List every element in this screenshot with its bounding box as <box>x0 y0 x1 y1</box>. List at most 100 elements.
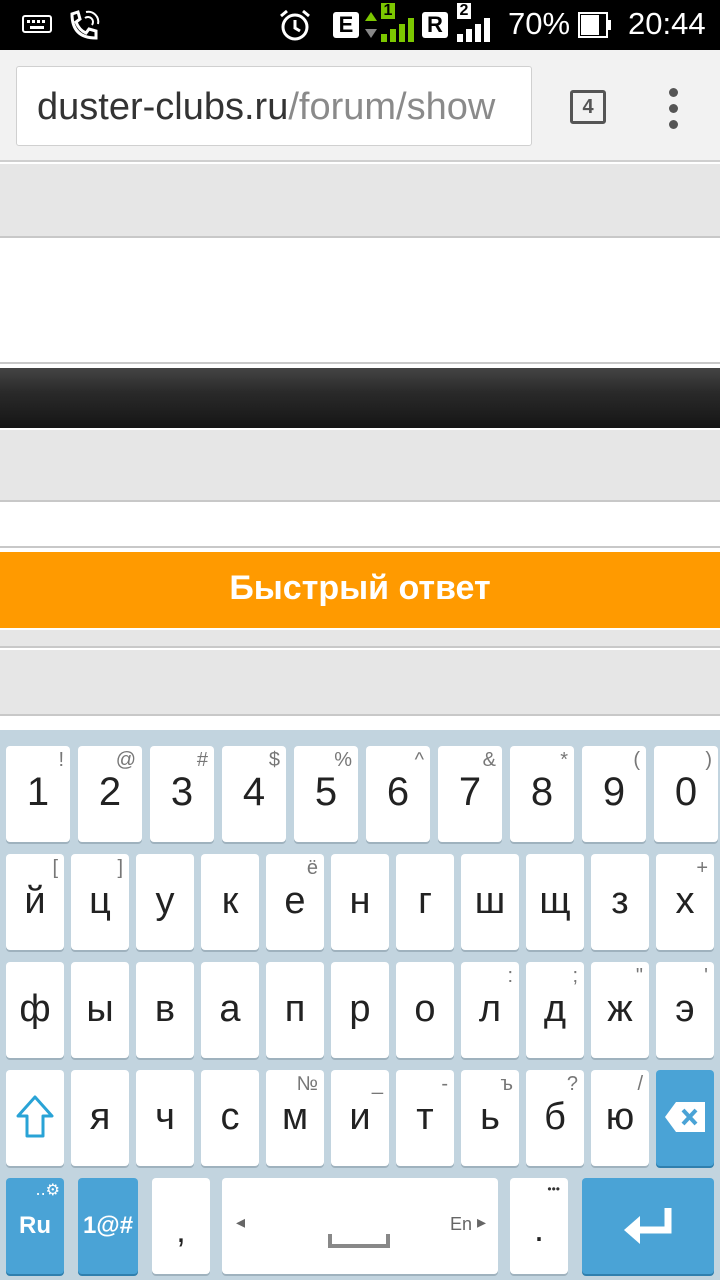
key-hint: " <box>635 965 643 987</box>
on-screen-keyboard: 1! 2 @3 #4 $5% 6 ^ 7 & 8 * 9(0) й[ц] у к е ё н г ш щ з х + ф ы в а п… <box>0 730 720 1280</box>
key-label: 8 <box>530 770 554 814</box>
key-hint: _ <box>371 1073 383 1095</box>
key-hint: % <box>334 749 352 771</box>
key-ы[interactable]: ы <box>71 962 129 1058</box>
key-label: ы <box>86 988 114 1030</box>
key-я[interactable]: я <box>71 1070 129 1166</box>
key-label: м <box>281 1096 309 1138</box>
key-label: л <box>478 988 502 1030</box>
shift-key[interactable] <box>6 1070 64 1166</box>
key-и[interactable]: и _ <box>331 1070 389 1166</box>
key-label: о <box>414 988 436 1030</box>
period-key[interactable]: . ••• <box>510 1178 568 1274</box>
comma-key[interactable]: , <box>152 1178 210 1274</box>
signal-icon <box>381 18 414 42</box>
key-б[interactable]: б? <box>526 1070 584 1166</box>
key-label: 7 <box>458 770 482 814</box>
key-label: ц <box>89 880 111 922</box>
key-label: р <box>349 988 371 1030</box>
url-field[interactable]: duster-clubs.ru/forum/show <box>16 66 532 146</box>
key-т[interactable]: т- <box>396 1070 454 1166</box>
key-с[interactable]: с <box>201 1070 259 1166</box>
key-label: 4 <box>242 770 266 814</box>
key-к[interactable]: к <box>201 854 259 950</box>
key-label: 6 <box>386 770 410 814</box>
key-hint: ( <box>633 749 640 771</box>
key-label: я <box>89 1096 111 1138</box>
key-label: в <box>154 988 176 1030</box>
divider <box>0 362 720 364</box>
alarm-icon <box>280 9 310 41</box>
divider <box>0 546 720 548</box>
key-hint: ? <box>566 1073 578 1095</box>
key-щ[interactable]: щ <box>526 854 584 950</box>
network-2-type: R <box>422 12 448 38</box>
key-э[interactable]: э ' <box>656 962 714 1058</box>
key-г[interactable]: г <box>396 854 454 950</box>
key-4[interactable]: 4 $ <box>222 746 286 842</box>
key-label: 9 <box>602 770 626 814</box>
language-key[interactable]: Ru ..⚙ <box>6 1178 64 1274</box>
page-band <box>0 430 720 500</box>
space-key[interactable]: ◂ En ▸ <box>222 1178 498 1274</box>
key-label: ж <box>607 988 633 1030</box>
key-у[interactable]: у <box>136 854 194 950</box>
key-ш[interactable]: ш <box>461 854 519 950</box>
key-6[interactable]: 6 ^ <box>366 746 430 842</box>
key-label: б <box>544 1096 566 1138</box>
comma-label: , <box>176 1212 186 1250</box>
key-й[interactable]: й[ <box>6 854 64 950</box>
key-ц[interactable]: ц] <box>71 854 129 950</box>
key-н[interactable]: н <box>331 854 389 950</box>
key-ь[interactable]: ьъ <box>461 1070 519 1166</box>
key-ч[interactable]: ч <box>136 1070 194 1166</box>
key-р[interactable]: р <box>331 962 389 1058</box>
key-2[interactable]: 2 @ <box>78 746 142 842</box>
key-hint: ] <box>117 857 123 879</box>
key-label: 1 <box>26 770 50 814</box>
symbols-key[interactable]: 1@# <box>78 1178 138 1274</box>
enter-key[interactable] <box>582 1178 714 1274</box>
quick-reply-button[interactable]: Быстрый ответ <box>0 552 720 628</box>
key-з[interactable]: з <box>591 854 649 950</box>
key-0[interactable]: 0) <box>654 746 718 842</box>
divider <box>0 236 720 238</box>
overflow-menu-icon[interactable] <box>656 84 692 134</box>
phone-call-icon <box>70 10 100 40</box>
key-а[interactable]: а <box>201 962 259 1058</box>
key-м[interactable]: м № <box>266 1070 324 1166</box>
key-hint: ; <box>572 965 578 987</box>
tabs-button[interactable]: 4 <box>570 90 606 124</box>
key-8[interactable]: 8 * <box>510 746 574 842</box>
key-ю[interactable]: ю / <box>591 1070 649 1166</box>
key-9[interactable]: 9( <box>582 746 646 842</box>
key-в[interactable]: в <box>136 962 194 1058</box>
key-hint: № <box>296 1073 318 1095</box>
symbols-label: 1@# <box>82 1212 134 1239</box>
key-1[interactable]: 1! <box>6 746 70 842</box>
key-3[interactable]: 3 # <box>150 746 214 842</box>
key-label: н <box>349 880 371 922</box>
key-hint: # <box>196 749 208 771</box>
right-arrow-icon: ▸ <box>476 1212 486 1233</box>
key-hint: $ <box>268 749 280 771</box>
backspace-key[interactable] <box>656 1070 714 1166</box>
key-ф[interactable]: ф <box>6 962 64 1058</box>
key-о[interactable]: о <box>396 962 454 1058</box>
key-ж[interactable]: ж " <box>591 962 649 1058</box>
key-л[interactable]: л: <box>461 962 519 1058</box>
key-е[interactable]: её <box>266 854 324 950</box>
key-label: у <box>155 880 175 922</box>
key-hint: & <box>482 749 496 771</box>
key-label: и <box>349 1096 371 1138</box>
key-hint: @ <box>115 749 136 771</box>
key-д[interactable]: д; <box>526 962 584 1058</box>
key-х[interactable]: х + <box>656 854 714 950</box>
key-label: д <box>543 988 567 1030</box>
key-hint: ' <box>704 965 708 987</box>
page-band <box>0 504 720 546</box>
key-5[interactable]: 5% <box>294 746 358 842</box>
key-п[interactable]: п <box>266 962 324 1058</box>
page-band <box>0 164 720 236</box>
key-7[interactable]: 7 & <box>438 746 502 842</box>
